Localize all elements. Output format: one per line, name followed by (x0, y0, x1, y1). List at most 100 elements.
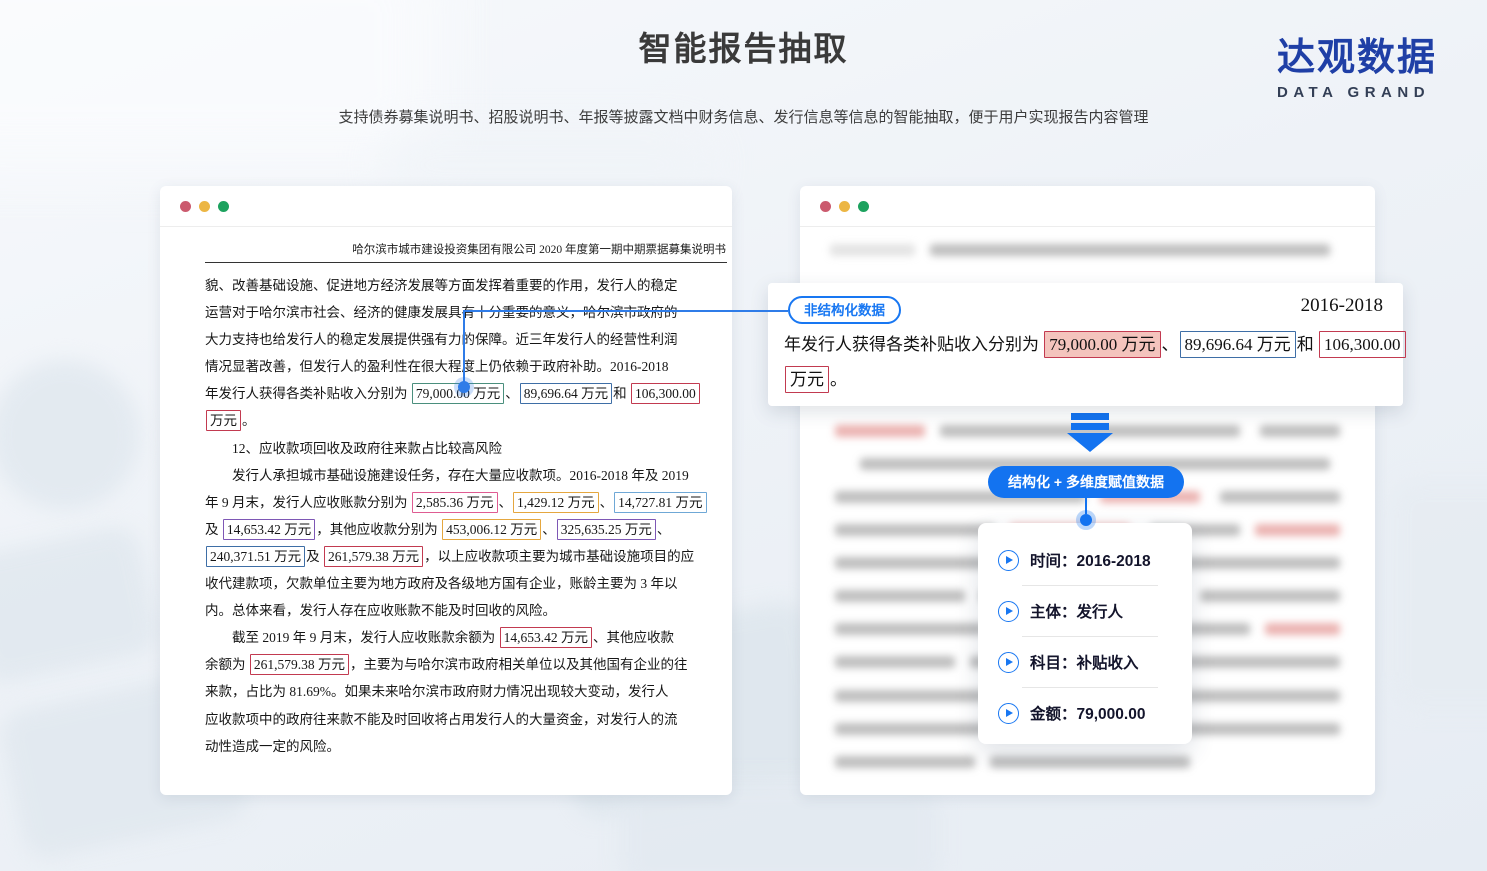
window-minimize-button[interactable] (839, 201, 850, 212)
blurred-text-bar (1260, 425, 1340, 437)
doc-text: 、 (657, 522, 671, 537)
boxed-value: 453,006.12 万元 (442, 519, 541, 540)
doc-line: 运营对于哈尔滨市社会、经济的健康发展具有十分重要的意义，哈尔滨市政府的 (205, 299, 727, 326)
window-titlebar (160, 186, 732, 227)
field-row: 主体：发行人 (978, 586, 1192, 636)
doc-text: 、其他应收款 (593, 630, 674, 645)
doc-text: ，以上应收款项主要为城市基础设施项目的应 (424, 549, 694, 564)
doc-line: 内。总体来看，发行人存在应收账款不能及时回收的风险。 (205, 597, 727, 624)
unstructured-data-card: 非结构化数据 2016-2018 年发行人获得各类补贴收入分别为 79,000.… (768, 283, 1403, 406)
window-maximize-button[interactable] (218, 201, 229, 212)
field-text: 科目：补贴收入 (1030, 651, 1139, 673)
doc-line: 貌、改善基础设施、促进地方经济发展等方面发挥着重要的作用，发行人的稳定 (205, 272, 727, 299)
boxed-value: 14,727.81 万元 (614, 492, 706, 513)
boxed-value: 89,696.64 万元 (520, 383, 612, 404)
anchor-dot-icon (458, 381, 470, 393)
page: 智能报告抽取 支持债券募集说明书、招股说明书、年报等披露文档中财务信息、发行信息… (0, 0, 1487, 871)
doc-text: 年发行人获得各类补贴收入分别为 (205, 386, 411, 401)
boxed-value: 240,371.51 万元 (206, 546, 305, 567)
blurred-text-bar (835, 623, 985, 635)
window-minimize-button[interactable] (199, 201, 210, 212)
brand-logo-en: DATA GRAND (1277, 84, 1437, 101)
connector-line-horizontal (463, 310, 788, 312)
doc-line: 应收款项中的政府往来款不能及时回收将占用发行人的大量资金，对发行人的流 (205, 706, 727, 733)
blurred-text-bar (835, 590, 965, 602)
document-body: 貌、改善基础设施、促进地方经济发展等方面发挥着重要的作用，发行人的稳定运营对于哈… (205, 272, 727, 760)
field-text: 主体：发行人 (1030, 600, 1123, 622)
callout-line: 万元。 (784, 362, 1407, 397)
background-blob (0, 523, 162, 688)
background-blob (0, 360, 140, 510)
doc-text: 截至 2019 年 9 月末，发行人应收账款余额为 (232, 630, 499, 645)
callout-line: 年发行人获得各类补贴收入分别为 79,000.00 万元、89,696.64 万… (784, 327, 1407, 362)
anchor-dot-icon (1080, 514, 1092, 526)
period-label: 2016-2018 (1301, 295, 1383, 317)
document-header-rule (205, 262, 727, 263)
blurred-text-bar (835, 656, 955, 668)
connector-stem (1085, 498, 1087, 514)
doc-text: 运营对于哈尔滨市社会、经济的健康发展具有十分重要的意义，哈尔滨市政府的 (205, 305, 678, 320)
doc-line: 万元。 (205, 407, 727, 434)
document-window-left: 哈尔滨市城市建设投资集团有限公司 2020 年度第一期中期票据募集说明书 貌、改… (160, 186, 732, 795)
blurred-text-bar (930, 244, 1330, 256)
down-arrow-icon (1067, 413, 1113, 452)
doc-text: 年 9 月末，发行人应收账款分别为 (205, 495, 411, 510)
doc-line: 情况显著改善，但发行人的盈利性在很大程度上仍依赖于政府补助。2016-2018 (205, 353, 727, 380)
doc-text: 余额为 (205, 657, 249, 672)
doc-text: 内。总体来看，发行人存在应收账款不能及时回收的风险。 (205, 603, 556, 618)
doc-text: 12、应收款项回收及政府往来款占比较高风险 (232, 441, 502, 456)
doc-text: 、 (542, 522, 556, 537)
doc-text: 、 (499, 495, 513, 510)
doc-text: 貌、改善基础设施、促进地方经济发展等方面发挥着重要的作用，发行人的稳定 (205, 278, 678, 293)
connector-line-vertical (463, 310, 465, 387)
window-maximize-button[interactable] (858, 201, 869, 212)
page-subtitle: 支持债券募集说明书、招股说明书、年报等披露文档中财务信息、发行信息等信息的智能抽… (0, 106, 1487, 127)
brand-logo-cn: 达观数据 (1277, 36, 1437, 82)
boxed-value: 325,635.25 万元 (557, 519, 656, 540)
callout-extracted-text: 年发行人获得各类补贴收入分别为 79,000.00 万元、89,696.64 万… (784, 327, 1407, 397)
unstructured-data-badge: 非结构化数据 (788, 296, 901, 324)
doc-text: 收代建款项，欠款单位主要为地方政府及各级地方国有企业，账龄主要为 3 年以 (205, 576, 678, 591)
doc-text: 、 (505, 386, 519, 401)
doc-line: 240,371.51 万元及 261,579.38 万元，以上应收款项主要为城市… (205, 543, 727, 570)
doc-text: 及 (205, 522, 222, 537)
blurred-text-bar (835, 756, 975, 768)
doc-line: 动性造成一定的风险。 (205, 733, 727, 760)
page-title: 智能报告抽取 (0, 22, 1487, 70)
doc-text: 年发行人获得各类补贴收入分别为 (784, 335, 1043, 354)
arrow-circle-icon (998, 550, 1019, 571)
window-close-button[interactable] (180, 201, 191, 212)
doc-text: 应收款项中的政府往来款不能及时回收将占用发行人的大量资金，对发行人的流 (205, 712, 678, 727)
doc-text: 及 (306, 549, 323, 564)
blurred-text-bar (1265, 623, 1340, 635)
boxed-value: 261,579.38 万元 (324, 546, 423, 567)
doc-line: 年 9 月末，发行人应收账款分别为 2,585.36 万元、1,429.12 万… (205, 489, 727, 516)
boxed-value: 2,585.36 万元 (412, 492, 498, 513)
boxed-value: 261,579.38 万元 (250, 654, 349, 675)
doc-text: 和 (613, 386, 630, 401)
window-close-button[interactable] (820, 201, 831, 212)
doc-text: 、 (600, 495, 614, 510)
structured-data-badge: 结构化 + 多维度赋值数据 (988, 466, 1184, 498)
doc-text: 、 (1162, 335, 1179, 354)
structured-fields-card: 时间：2016-2018 主体：发行人科目：补贴收入金额：79,000.00 (978, 523, 1192, 744)
doc-line: 12、应收款项回收及政府往来款占比较高风险 (205, 435, 727, 462)
brand-logo: 达观数据 DATA GRAND (1277, 36, 1437, 101)
boxed-value: 万元 (785, 366, 829, 393)
doc-text: 大力支持也给发行人的稳定发展提供强有力的保障。近三年发行人的经营性利润 (205, 332, 678, 347)
boxed-value: 14,653.42 万元 (500, 627, 592, 648)
field-row: 科目：补贴收入 (978, 637, 1192, 687)
doc-line: 发行人承担城市基础设施建设任务，存在大量应收款项。2016-2018 年及 20… (205, 462, 727, 489)
field-text: 时间：2016-2018 (1030, 549, 1151, 571)
blurred-text-bar (830, 244, 915, 256)
field-row: 金额：79,000.00 (978, 688, 1192, 738)
boxed-value: 万元 (206, 410, 241, 431)
boxed-value: 79,000.00 万元 (1044, 331, 1160, 358)
boxed-value: 106,300.00 (631, 383, 700, 404)
boxed-value: 1,429.12 万元 (513, 492, 599, 513)
arrow-circle-icon (998, 601, 1019, 622)
doc-line: 收代建款项，欠款单位主要为地方政府及各级地方国有企业，账龄主要为 3 年以 (205, 570, 727, 597)
boxed-value: 106,300.00 (1319, 331, 1406, 358)
blurred-text-bar (1220, 491, 1340, 503)
blurred-text-bar (835, 425, 925, 437)
